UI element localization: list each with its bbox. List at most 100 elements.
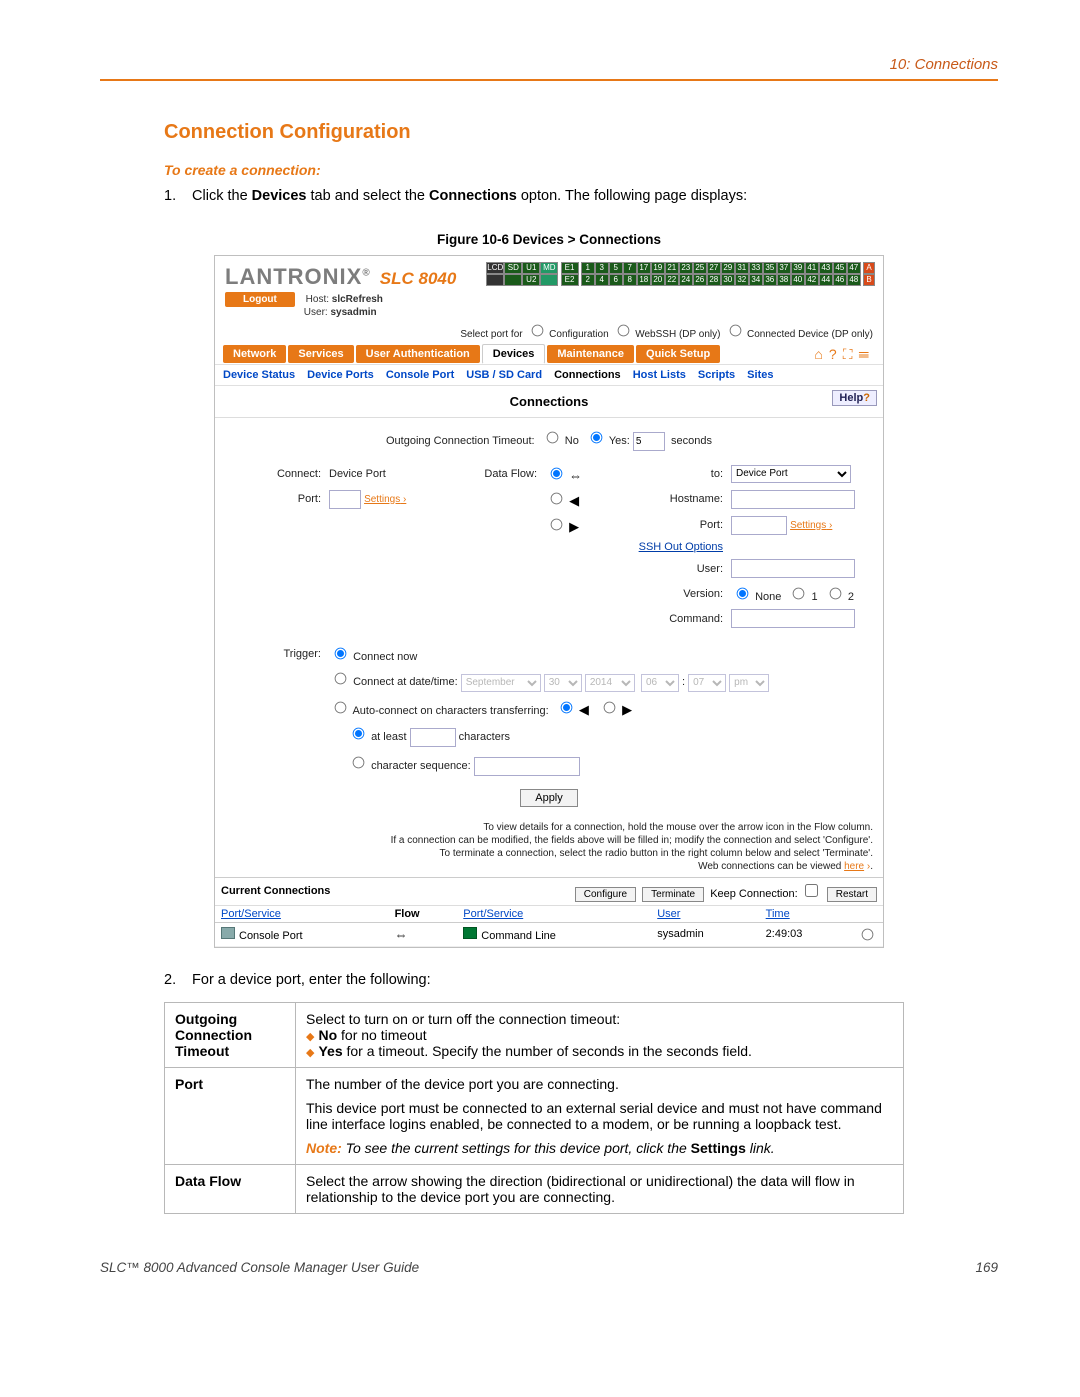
auto-seq[interactable]: character sequence: — [347, 760, 471, 772]
subtab-scripts[interactable]: Scripts — [698, 369, 735, 381]
port-44[interactable]: 44 — [819, 274, 833, 286]
port-grid[interactable]: LCDSDU1MD E1 135717192123252729313335373… — [486, 262, 875, 286]
web-connections-here-link[interactable]: here — [844, 861, 864, 872]
port-36[interactable]: 36 — [763, 274, 777, 286]
tab-quick-setup[interactable]: Quick Setup — [636, 345, 720, 363]
port-5[interactable]: 5 — [609, 262, 623, 274]
port-31[interactable]: 31 — [735, 262, 749, 274]
port-37[interactable]: 37 — [777, 262, 791, 274]
cc-col-time[interactable]: Time — [760, 906, 850, 923]
port-41[interactable]: 41 — [805, 262, 819, 274]
auto-dir-right[interactable]: ▶ — [598, 705, 632, 717]
hostname-input[interactable] — [731, 490, 855, 509]
oct-no[interactable]: No — [541, 435, 579, 447]
grid-u2[interactable]: U2 — [522, 274, 540, 286]
port-3[interactable]: 3 — [595, 262, 609, 274]
selport-webssh[interactable]: WebSSH (DP only) — [611, 329, 720, 340]
port-26[interactable]: 26 — [693, 274, 707, 286]
ver-none[interactable]: None — [731, 591, 781, 603]
port-47[interactable]: 47 — [847, 262, 861, 274]
cc-row[interactable]: Console Port ⇔ Command Line sysadmin 2:4… — [215, 922, 883, 946]
help-button[interactable]: Help? — [832, 390, 877, 406]
subtab-device-ports[interactable]: Device Ports — [307, 369, 374, 381]
ssh-command-input[interactable] — [731, 609, 855, 628]
tab-network[interactable]: Network — [223, 345, 286, 363]
port-25[interactable]: 25 — [693, 262, 707, 274]
port-35[interactable]: 35 — [763, 262, 777, 274]
port-27[interactable]: 27 — [707, 262, 721, 274]
selport-conndev[interactable]: Connected Device (DP only) — [723, 329, 873, 340]
port-18[interactable]: 18 — [637, 274, 651, 286]
grid-md[interactable]: MD — [540, 262, 558, 274]
subtab-console-port[interactable]: Console Port — [386, 369, 454, 381]
ssh-user-input[interactable] — [731, 559, 855, 578]
ver-2[interactable]: 2 — [824, 591, 854, 603]
grid-e1[interactable]: E1 — [561, 262, 579, 274]
port-23[interactable]: 23 — [679, 262, 693, 274]
flow-right[interactable]: ▶ — [545, 522, 579, 534]
tab-maintenance[interactable]: Maintenance — [547, 345, 634, 363]
port-34[interactable]: 34 — [749, 274, 763, 286]
expand-icon[interactable]: ⛶ — [843, 346, 859, 362]
logout-button[interactable]: Logout — [225, 292, 295, 307]
port-29[interactable]: 29 — [721, 262, 735, 274]
list-icon[interactable]: ☰ — [859, 346, 876, 362]
cc-keep-checkbox[interactable] — [805, 884, 818, 897]
ssh-out-options-link[interactable]: SSH Out Options — [639, 541, 723, 553]
home-icon[interactable]: ⌂ — [814, 346, 828, 362]
port-7[interactable]: 7 — [623, 262, 637, 274]
subtab-host-lists[interactable]: Host Lists — [633, 369, 686, 381]
port-46[interactable]: 46 — [833, 274, 847, 286]
cc-terminate-button[interactable]: Terminate — [642, 887, 704, 902]
subtab-sites[interactable]: Sites — [747, 369, 773, 381]
port-45[interactable]: 45 — [833, 262, 847, 274]
port-40[interactable]: 40 — [791, 274, 805, 286]
port-43[interactable]: 43 — [819, 262, 833, 274]
oct-yes[interactable]: Yes: — [585, 435, 630, 447]
port-48[interactable]: 48 — [847, 274, 861, 286]
right-settings-link[interactable]: Settings — [790, 520, 832, 531]
trigger-datetime[interactable]: Connect at date/time: — [329, 676, 458, 688]
auto-seq-input[interactable] — [474, 757, 580, 776]
grid-u1[interactable]: U1 — [522, 262, 540, 274]
header-icons[interactable]: ⌂?⛶☰ — [814, 344, 875, 363]
port-1[interactable]: 1 — [581, 262, 595, 274]
auto-atleast[interactable]: at least — [347, 731, 407, 743]
flow-left[interactable]: ◀ — [545, 496, 579, 508]
to-select[interactable]: Device Port — [731, 465, 851, 483]
cc-col-portservice2[interactable]: Port/Service — [457, 906, 651, 923]
subtab-usb-sd-card[interactable]: USB / SD Card — [466, 369, 542, 381]
port-21[interactable]: 21 — [665, 262, 679, 274]
grid-sd[interactable]: SD — [504, 262, 522, 274]
port-22[interactable]: 22 — [665, 274, 679, 286]
port-4[interactable]: 4 — [595, 274, 609, 286]
port-20[interactable]: 20 — [651, 274, 665, 286]
cc-col-portservice[interactable]: Port/Service — [215, 906, 389, 923]
port-24[interactable]: 24 — [679, 274, 693, 286]
subtab-device-status[interactable]: Device Status — [223, 369, 295, 381]
port-39[interactable]: 39 — [791, 262, 805, 274]
port-6[interactable]: 6 — [609, 274, 623, 286]
tab-devices[interactable]: Devices — [482, 344, 546, 364]
ver-1[interactable]: 1 — [787, 591, 817, 603]
port-32[interactable]: 32 — [735, 274, 749, 286]
port-30[interactable]: 30 — [721, 274, 735, 286]
port-42[interactable]: 42 — [805, 274, 819, 286]
port-17[interactable]: 17 — [637, 262, 651, 274]
tab-services[interactable]: Services — [288, 345, 353, 363]
port-19[interactable]: 19 — [651, 262, 665, 274]
cc-configure-button[interactable]: Configure — [575, 887, 636, 902]
flow-both[interactable]: ⇔ — [545, 471, 582, 483]
trigger-now[interactable]: Connect now — [329, 651, 417, 663]
selport-config[interactable]: Configuration — [525, 329, 608, 340]
cc-col-user[interactable]: User — [651, 906, 759, 923]
port-28[interactable]: 28 — [707, 274, 721, 286]
port-38[interactable]: 38 — [777, 274, 791, 286]
port-33[interactable]: 33 — [749, 262, 763, 274]
subtab-connections[interactable]: Connections — [554, 369, 621, 381]
port-2[interactable]: 2 — [581, 274, 595, 286]
left-port-input[interactable] — [329, 490, 361, 509]
port-8[interactable]: 8 — [623, 274, 637, 286]
trigger-auto[interactable]: Auto-connect on characters transferring: — [329, 705, 549, 717]
grid-cap-b[interactable]: B — [863, 274, 875, 286]
